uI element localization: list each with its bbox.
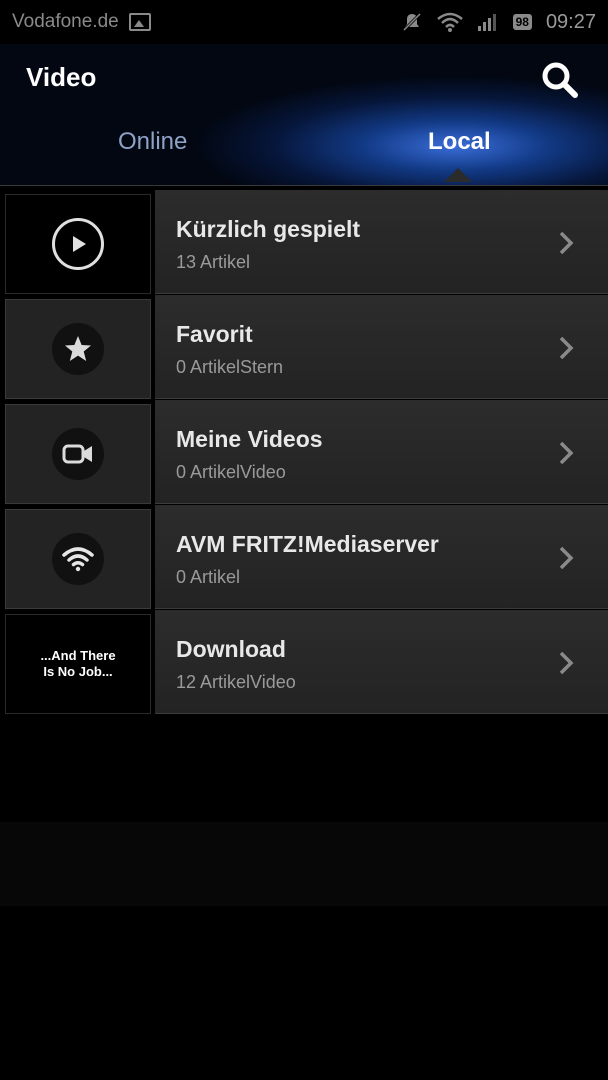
page-title: Video: [26, 62, 97, 92]
wifi-icon: [52, 533, 104, 585]
thumbnail: [5, 194, 151, 294]
video-thumbnail: ...And There Is No Job...: [5, 614, 151, 714]
list-item-my-videos[interactable]: Meine Videos 0 ArtikelVideo: [0, 400, 608, 504]
list-item-count: 12 ArtikelVideo: [176, 672, 296, 692]
thumbnail: [5, 509, 151, 609]
list-item-download[interactable]: ...And There Is No Job... Download 12 Ar…: [0, 610, 608, 714]
category-list: Kürzlich gespielt 13 Artikel Favorit 0 A…: [0, 190, 608, 715]
list-item-info: Download 12 ArtikelVideo: [155, 610, 608, 714]
thumbnail: [5, 404, 151, 504]
list-item-info: Favorit 0 ArtikelStern: [155, 295, 608, 399]
list-item-count: 13 Artikel: [176, 252, 251, 272]
list-item-title: Download: [176, 636, 286, 662]
list-item-title: AVM FRITZ!Mediaserver: [176, 531, 439, 557]
list-item-media-server[interactable]: AVM FRITZ!Mediaserver 0 Artikel: [0, 505, 608, 609]
video-camera-icon: [52, 428, 104, 480]
chevron-right-icon: [559, 441, 574, 465]
chevron-right-icon: [559, 651, 574, 675]
list-item-favorites[interactable]: Favorit 0 ArtikelStern: [0, 295, 608, 399]
clock: 09:27: [545, 10, 596, 33]
tab-local[interactable]: Local: [428, 128, 491, 156]
thumbnail: [5, 299, 151, 399]
list-item-title: Meine Videos: [176, 426, 323, 452]
list-item-recently-played[interactable]: Kürzlich gespielt 13 Artikel: [0, 190, 608, 294]
chevron-right-icon: [559, 231, 574, 255]
wifi-icon: [436, 12, 463, 32]
chevron-right-icon: [559, 546, 574, 570]
chevron-right-icon: [559, 336, 574, 360]
thumbnail-caption: ...And There Is No Job...: [40, 648, 116, 679]
list-item-title: Favorit: [176, 321, 253, 347]
play-icon: [52, 218, 104, 270]
list-item-count: 0 Artikel: [176, 567, 241, 587]
empty-area: [0, 822, 608, 906]
image-icon: [128, 13, 151, 31]
list-item-info: Meine Videos 0 ArtikelVideo: [155, 400, 608, 504]
list-item-info: AVM FRITZ!Mediaserver 0 Artikel: [155, 505, 608, 609]
active-tab-indicator: [444, 168, 472, 182]
app-header: Video Online Local: [0, 44, 608, 186]
notification-muted-icon: [402, 12, 421, 32]
carrier-label: Vodafone.de: [12, 11, 119, 32]
signal-icon: [477, 14, 496, 31]
list-item-count: 0 ArtikelStern: [176, 357, 284, 377]
battery-icon: 98: [512, 14, 532, 30]
status-bar: Vodafone.de 98 09:27: [0, 0, 608, 44]
star-icon: [52, 323, 104, 375]
list-item-count: 0 ArtikelVideo: [176, 462, 286, 482]
list-item-info: Kürzlich gespielt 13 Artikel: [155, 190, 608, 294]
tab-online[interactable]: Online: [118, 128, 187, 156]
search-icon[interactable]: [540, 60, 580, 100]
list-item-title: Kürzlich gespielt: [176, 216, 361, 242]
